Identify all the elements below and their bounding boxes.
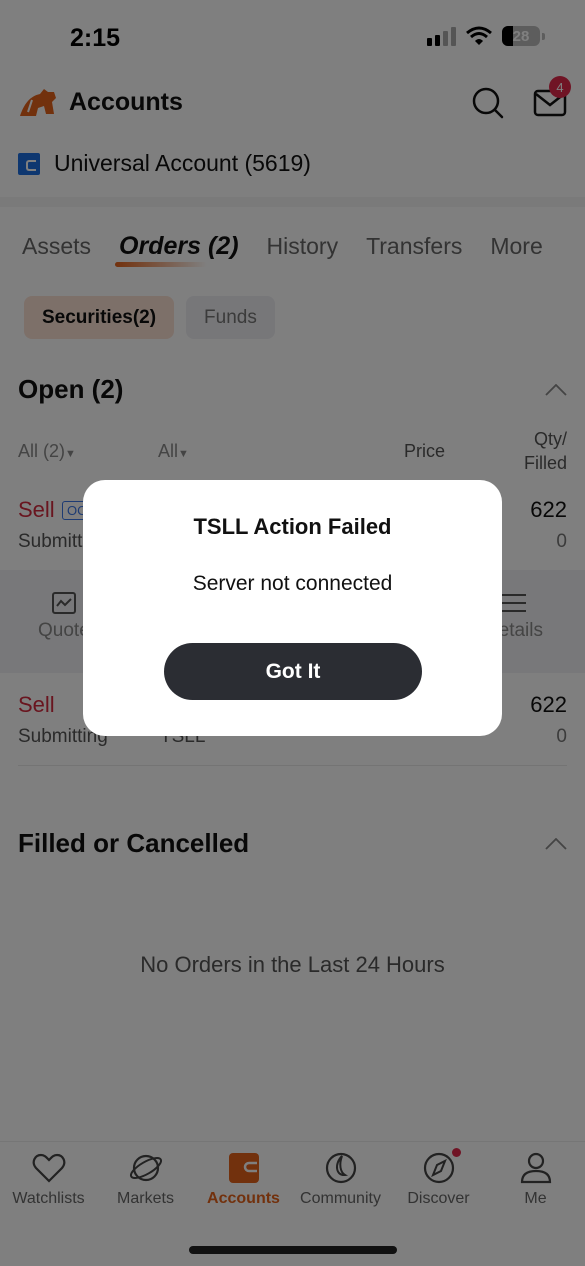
error-dialog: TSLL Action Failed Server not connected … bbox=[83, 480, 502, 736]
dialog-title: TSLL Action Failed bbox=[193, 514, 392, 539]
home-indicator[interactable] bbox=[189, 1246, 397, 1254]
got-it-button[interactable]: Got It bbox=[164, 643, 422, 700]
dialog-message: Server not connected bbox=[192, 572, 393, 595]
